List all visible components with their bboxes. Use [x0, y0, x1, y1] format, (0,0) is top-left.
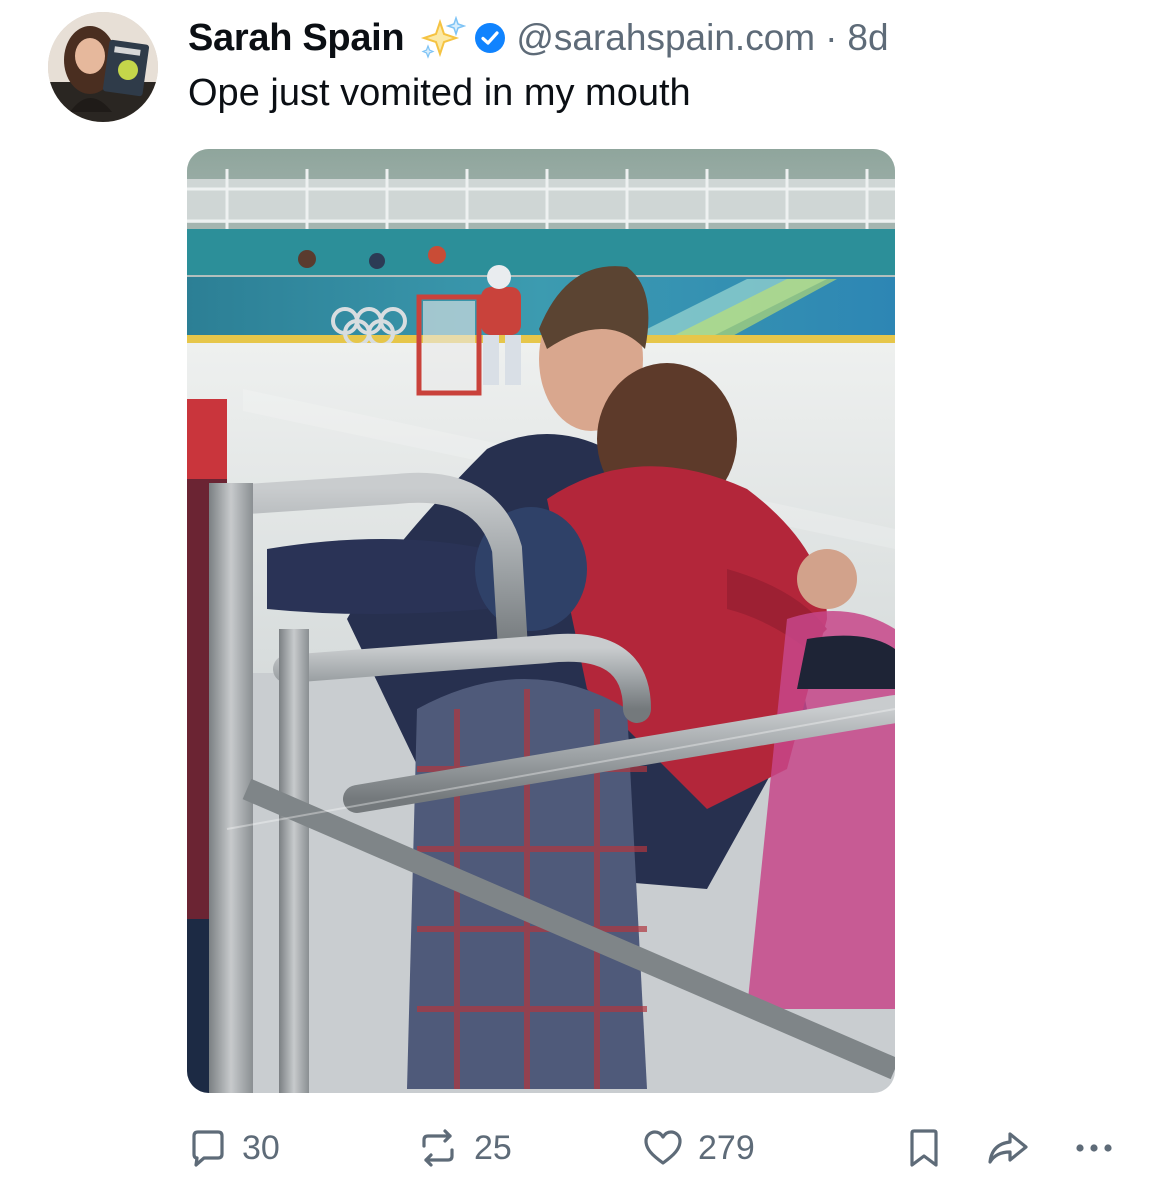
action-bar: 30 25 279: [0, 1118, 1172, 1178]
reply-button[interactable]: 30: [188, 1118, 280, 1178]
photo-image: [187, 149, 895, 1093]
post-text: Ope just vomited in my mouth: [188, 72, 691, 114]
repost-button[interactable]: 25: [416, 1118, 512, 1178]
reply-count: 30: [242, 1128, 280, 1167]
repost-count: 25: [474, 1128, 512, 1167]
author-handle[interactable]: @sarahspain.com: [516, 17, 815, 59]
more-options-icon: [1076, 1144, 1112, 1152]
post-photo[interactable]: [187, 149, 895, 1093]
like-button[interactable]: 279: [642, 1118, 755, 1178]
share-button[interactable]: [984, 1118, 1032, 1178]
share-icon: [988, 1132, 1028, 1164]
reply-icon: [192, 1130, 224, 1167]
repost-icon: [422, 1129, 454, 1167]
separator-dot: ·: [825, 17, 838, 58]
bookmark-button[interactable]: [906, 1118, 942, 1178]
heart-icon: [644, 1130, 682, 1165]
post-timestamp[interactable]: 8d: [847, 17, 888, 59]
avatar-image: [48, 12, 158, 122]
more-options-button[interactable]: [1072, 1118, 1120, 1178]
verified-check-icon: [474, 22, 506, 54]
author-display-name[interactable]: Sarah Spain: [188, 17, 405, 60]
post-header: Sarah Spain @sarahspain.com · 8d: [188, 14, 889, 62]
avatar[interactable]: [48, 12, 158, 122]
sparkles-icon: [420, 15, 467, 60]
like-count: 279: [698, 1128, 755, 1167]
bookmark-icon: [910, 1129, 938, 1167]
